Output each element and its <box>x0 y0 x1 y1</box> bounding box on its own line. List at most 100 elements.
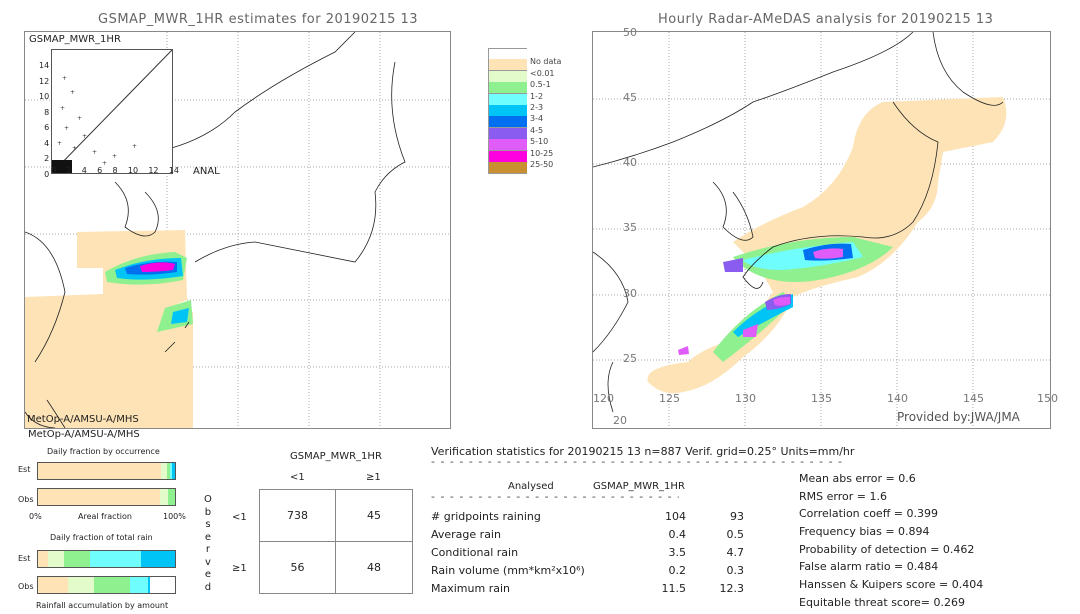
stat-estimate: 0.5 <box>726 528 745 541</box>
bar-segment <box>64 551 91 567</box>
score-item: Hanssen & Kuipers score = 0.404 <box>799 578 984 592</box>
score-item: Probability of detection = 0.462 <box>799 542 975 556</box>
svg-text:+: + <box>72 145 77 152</box>
score-item: Correlation coeff = 0.399 <box>799 507 938 521</box>
scatter-xlabel: ANAL <box>193 166 220 177</box>
bar-segment <box>129 577 148 593</box>
legend-label: 2-3 <box>530 103 544 112</box>
stat-estimate: 12.3 <box>719 582 745 595</box>
divider: - - - - - - - - - - - - - - - - - - - - … <box>431 455 843 468</box>
scores-list: Mean abs error = 0.6 RMS error = 1.6 Corre… <box>799 472 983 614</box>
rain-footer: Rainfall accumulation by amount <box>36 601 169 610</box>
stat-label: Average rain <box>431 528 501 541</box>
right-map: 50 45 40 35 30 25 20 120 125 130 135 140… <box>592 26 1058 429</box>
satellite-label: MetOp-A/AMSU-A/MHS <box>28 429 140 440</box>
axis-left: 0% <box>29 512 42 521</box>
cell-hit-none: 738 <box>260 490 336 542</box>
legend-swatch <box>489 82 527 95</box>
stat-estimate: 93 <box>730 510 744 523</box>
stats-row: Conditional rain 3.5 4.7 <box>431 546 826 564</box>
stat-analysed: 0.4 <box>668 528 687 541</box>
row-ge: ≥1 <box>232 563 247 574</box>
divider: - - - - - - - - - - - - - - - - - - - - … <box>431 490 679 503</box>
bar-segment <box>94 577 130 593</box>
cell-hit: 48 <box>367 560 381 574</box>
scatter-xticks: 0 2 4 6 8 10 12 14 <box>51 166 179 175</box>
occurrence-obs-bar <box>37 488 176 506</box>
legend-swatch <box>489 116 527 129</box>
legend-label: 3-4 <box>530 114 544 124</box>
legend-label: 1-2 <box>530 91 544 101</box>
scatter-yticks: 14 12 10 8 6 4 2 0 <box>39 61 50 179</box>
bar-segment <box>90 551 141 567</box>
col-lt: <1 <box>290 472 305 483</box>
bar-segment <box>168 489 175 505</box>
rain-obs-bar <box>37 576 176 594</box>
legend-swatch <box>489 70 527 83</box>
bar-segment <box>38 577 69 593</box>
scatter-inset: + + + + + + + + + + + + <box>51 49 173 174</box>
stats-row: # gridpoints raining 104 93 <box>431 510 826 528</box>
row-lt: <1 <box>232 512 247 523</box>
stat-estimate: 4.7 <box>726 546 745 559</box>
stat-label: Conditional rain <box>431 546 519 559</box>
bar-segment <box>68 577 95 593</box>
stat-analysed: 3.5 <box>668 546 687 559</box>
legend-swatch <box>489 59 527 72</box>
color-legend: No data <0.01 0.5-1 1-2 2-3 3-4 4-5 5-10 10-25 25… <box>488 48 579 174</box>
legend-label: 0.5-1 <box>530 80 551 90</box>
stats-row: Average rain 0.4 0.5 <box>431 528 826 546</box>
score-item: Mean abs error = 0.6 <box>799 472 916 485</box>
legend-swatch <box>489 93 527 106</box>
occ-est-label: Est <box>18 465 31 474</box>
occurrence-title: Daily fraction by occurrence <box>47 447 160 456</box>
legend-swatch <box>489 162 527 174</box>
legend-label: 25-50 <box>530 160 554 169</box>
stat-analysed: 11.5 <box>661 582 687 595</box>
credit: Provided by:JWA/JMA <box>897 410 1020 424</box>
legend-swatch <box>489 127 527 140</box>
observed-label: Observed <box>204 494 212 593</box>
svg-text:+: + <box>77 115 82 122</box>
cell-miss: 56 <box>260 541 336 593</box>
cell-false-alarm: 45 <box>336 490 412 542</box>
legend-label: No data <box>530 57 562 67</box>
svg-text:+: + <box>70 89 75 96</box>
left-map: + + + + + + + + + + + + GSMAP_MWR_1HR 14 12 10 8 6 4 2 0 0… <box>24 31 451 429</box>
svg-text:+: + <box>132 143 137 150</box>
svg-text:+: + <box>82 133 87 140</box>
right-map-title: Hourly Radar-AMeDAS analysis for 2019021… <box>658 12 994 27</box>
legend-swatch <box>489 105 527 117</box>
legend-label: 5-10 <box>530 137 549 147</box>
bar-segment <box>38 463 162 479</box>
left-map-title: GSMAP_MWR_1HR estimates for 20190215 13 <box>98 12 419 27</box>
legend-label: 10-25 <box>530 148 554 158</box>
bar-segment <box>147 577 151 593</box>
scatter-label: GSMAP_MWR_1HR <box>29 34 121 45</box>
bar-segment <box>38 551 48 567</box>
svg-text:+: + <box>64 125 69 132</box>
left-map-satellite: MetOp-A/AMSU-A/MHS <box>27 414 139 425</box>
right-map-axis-labels: 50 45 40 35 30 25 20 120 125 130 135 140… <box>593 26 1058 427</box>
score-item: False alarm ratio = 0.484 <box>799 560 939 574</box>
legend-swatch <box>489 48 527 60</box>
occ-obs-label: Obs <box>18 495 34 504</box>
contingency-table: 738 45 56 48 <box>259 489 413 594</box>
occurrence-est-bar <box>37 462 176 480</box>
stats-row: Rain volume (mm*km²x10⁶) 0.2 0.3 <box>431 564 826 582</box>
svg-text:+: + <box>60 105 65 112</box>
svg-text:+: + <box>92 149 97 156</box>
scatter-plot: ++++++++++++ <box>51 49 173 174</box>
axis-mid: Areal fraction <box>78 512 132 521</box>
stat-label: Maximum rain <box>431 582 510 595</box>
rain-est-bar <box>37 550 176 568</box>
svg-text:+: + <box>57 140 62 147</box>
bar-segment <box>172 463 175 479</box>
bar-segment <box>47 551 65 567</box>
rain-title: Daily fraction of total rain <box>50 533 153 542</box>
svg-text:+: + <box>62 75 67 82</box>
stat-estimate: 0.3 <box>726 564 745 577</box>
score-item: RMS error = 1.6 <box>799 489 887 503</box>
rain-obs-label: Obs <box>18 582 34 591</box>
stat-label: # gridpoints raining <box>431 510 541 523</box>
